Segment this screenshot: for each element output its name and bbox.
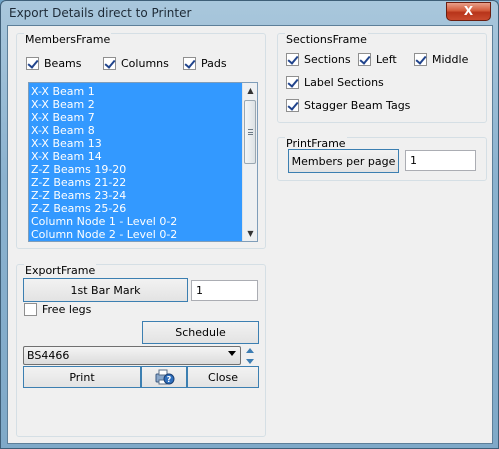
scroll-grip-icon <box>248 129 253 135</box>
left-checkbox[interactable]: Left <box>358 53 397 66</box>
spin-up-arrow-icon[interactable] <box>246 348 254 353</box>
columns-label: Columns <box>121 57 169 70</box>
standard-select[interactable]: BS4466 <box>23 346 241 365</box>
members-per-page-input[interactable]: 1 <box>405 150 476 171</box>
members-list-scrollbar[interactable]: ▲ ▼ <box>242 83 257 241</box>
printer-help-button[interactable]: ? <box>141 366 187 388</box>
beams-checkbox[interactable]: Beams <box>26 57 82 70</box>
spin-down-arrow-icon[interactable] <box>246 359 254 364</box>
list-item[interactable]: Column Node 1 - Level 0-2 <box>29 215 257 228</box>
scroll-down-arrow-icon[interactable]: ▼ <box>243 226 257 241</box>
members-listbox[interactable]: X-X Beam 1 X-X Beam 2 X-X Beam 7 X-X Bea… <box>28 82 258 242</box>
standard-spinner[interactable] <box>244 345 256 366</box>
left-label: Left <box>376 53 397 66</box>
pads-check-box[interactable] <box>183 57 196 70</box>
members-list: X-X Beam 1 X-X Beam 2 X-X Beam 7 X-X Bea… <box>29 83 257 241</box>
middle-label: Middle <box>432 53 469 66</box>
label-sections-checkbox[interactable]: Label Sections <box>286 76 384 89</box>
sections-label: Sections <box>304 53 351 66</box>
list-item[interactable]: X-X Beam 2 <box>29 98 257 111</box>
stagger-beam-tags-check-box[interactable] <box>286 99 299 112</box>
close-button[interactable]: Close <box>187 366 259 388</box>
label-sections-check-box[interactable] <box>286 76 299 89</box>
members-frame-title: MembersFrame <box>24 33 112 46</box>
sections-check-box[interactable] <box>286 53 299 66</box>
window-title: Export Details direct to Printer <box>9 6 192 20</box>
columns-check-box[interactable] <box>103 57 116 70</box>
export-dialog-window: Export Details direct to Printer X Membe… <box>0 0 499 449</box>
list-item[interactable]: X-X Beam 13 <box>29 137 257 150</box>
pads-checkbox[interactable]: Pads <box>183 57 227 70</box>
dialog-client-area: MembersFrame Beams Columns Pads X-X Beam… <box>7 25 493 444</box>
middle-checkbox[interactable]: Middle <box>414 53 468 66</box>
beams-label: Beams <box>44 57 82 70</box>
list-item[interactable]: Z-Z Beams 19-20 <box>29 163 257 176</box>
columns-checkbox[interactable]: Columns <box>103 57 169 70</box>
free-legs-checkbox[interactable]: Free legs <box>24 303 91 316</box>
list-item[interactable]: X-X Beam 1 <box>29 85 257 98</box>
middle-check-box[interactable] <box>414 53 427 66</box>
list-item[interactable]: Z-Z Beams 21-22 <box>29 176 257 189</box>
svg-text:?: ? <box>167 375 172 384</box>
members-frame: MembersFrame Beams Columns Pads X-X Beam… <box>16 33 266 249</box>
list-item[interactable]: X-X Beam 14 <box>29 150 257 163</box>
list-item[interactable]: X-X Beam 8 <box>29 124 257 137</box>
free-legs-label: Free legs <box>42 303 92 316</box>
export-frame: ExportFrame 1st Bar Mark 1 Free legs Sch… <box>16 264 266 437</box>
scroll-up-arrow-icon[interactable]: ▲ <box>243 83 257 98</box>
export-frame-title: ExportFrame <box>24 264 97 277</box>
sections-frame-title: SectionsFrame <box>285 33 368 46</box>
window-close-button[interactable]: X <box>446 2 491 21</box>
list-item[interactable]: X-X Beam 7 <box>29 111 257 124</box>
free-legs-check-box[interactable] <box>24 303 37 316</box>
title-bar[interactable]: Export Details direct to Printer X <box>1 1 498 25</box>
printer-help-icon: ? <box>155 369 175 385</box>
left-check-box[interactable] <box>358 53 371 66</box>
standard-select-value: BS4466 <box>27 349 70 362</box>
chevron-down-icon[interactable] <box>228 351 236 356</box>
sections-checkbox[interactable]: Sections <box>286 53 351 66</box>
label-sections-label: Label Sections <box>304 76 384 89</box>
beams-check-box[interactable] <box>26 57 39 70</box>
pads-label: Pads <box>201 57 227 70</box>
scroll-thumb[interactable] <box>244 100 256 164</box>
stagger-beam-tags-label: Stagger Beam Tags <box>304 99 411 112</box>
schedule-button[interactable]: Schedule <box>142 321 259 344</box>
list-item[interactable]: Z-Z Beams 25-26 <box>29 202 257 215</box>
print-button[interactable]: Print <box>23 366 141 388</box>
list-item[interactable]: Column Node 2 - Level 0-2 <box>29 228 257 241</box>
members-per-page-button[interactable]: Members per page <box>288 149 399 173</box>
stagger-beam-tags-checkbox[interactable]: Stagger Beam Tags <box>286 99 410 112</box>
list-item[interactable]: Z-Z Beams 23-24 <box>29 189 257 202</box>
sections-frame: SectionsFrame Sections Left Middle Label… <box>277 33 487 123</box>
first-bar-mark-input[interactable]: 1 <box>191 280 258 301</box>
print-frame: PrintFrame Members per page 1 <box>277 137 487 181</box>
first-bar-mark-button[interactable]: 1st Bar Mark <box>23 278 188 302</box>
